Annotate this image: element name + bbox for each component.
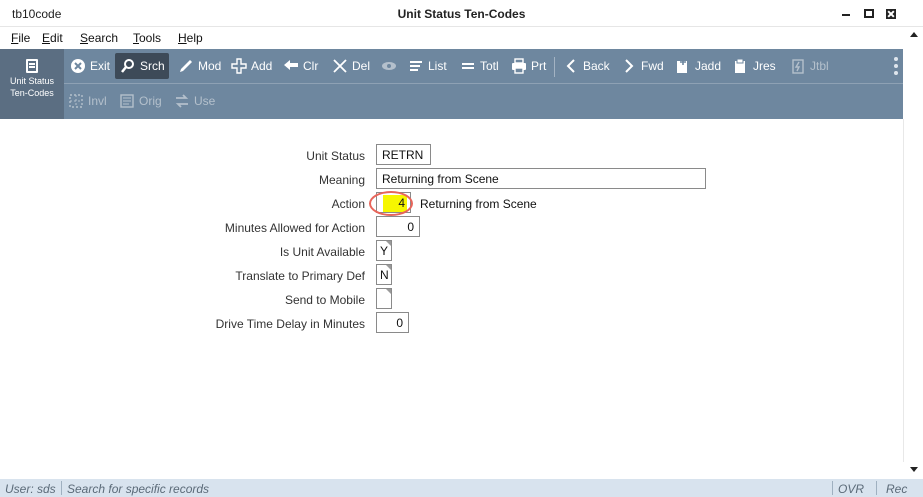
- menu-tools[interactable]: Tools: [133, 31, 161, 45]
- view-button[interactable]: [381, 53, 401, 79]
- modify-button[interactable]: Mod: [178, 53, 221, 79]
- unit-status-field[interactable]: RETRN: [376, 144, 431, 165]
- menu-bar: File Edit Search Tools Help: [0, 27, 905, 49]
- doc-icon: [733, 58, 749, 74]
- eye-icon: [381, 58, 397, 74]
- dotted-box-icon: [68, 93, 84, 109]
- more-options-icon[interactable]: [894, 57, 898, 75]
- form-icon: [26, 59, 38, 73]
- minimize-icon[interactable]: [841, 8, 852, 19]
- doc-lines-icon: [119, 93, 135, 109]
- doc-plus-icon: [675, 58, 691, 74]
- meaning-label: Meaning: [318, 173, 365, 187]
- back-button[interactable]: Back: [563, 53, 610, 79]
- jres-button[interactable]: Jres: [733, 53, 776, 79]
- scrollbar-track[interactable]: [903, 119, 904, 462]
- scroll-down-arrow-icon[interactable]: [905, 462, 923, 478]
- mode-panel: Unit Status Ten-Codes: [0, 49, 64, 119]
- jadd-button[interactable]: Jadd: [675, 53, 721, 79]
- x-icon: [332, 58, 348, 74]
- doc-lightning-icon: [790, 58, 806, 74]
- menu-edit[interactable]: Edit: [42, 31, 63, 45]
- mode-label-line2: Ten-Codes: [10, 88, 54, 98]
- action-label: Action: [331, 197, 365, 211]
- use-button[interactable]: Use: [174, 88, 215, 114]
- chevron-left-icon: [563, 58, 579, 74]
- close-circle-icon: [70, 58, 86, 74]
- status-bar: User: sds Search for specific records OV…: [0, 479, 923, 497]
- minutes-allowed-label: Minutes Allowed for Action: [224, 221, 365, 235]
- status-message: Search for specific records: [67, 482, 210, 496]
- menu-help[interactable]: Help: [178, 31, 203, 45]
- invl-button[interactable]: Invl: [68, 88, 107, 114]
- pencil-icon: [178, 58, 194, 74]
- undo-icon: [283, 58, 299, 74]
- search-icon: [120, 58, 136, 74]
- app-name: tb10code: [12, 7, 62, 21]
- maximize-icon[interactable]: [864, 9, 874, 18]
- printer-icon: [511, 58, 527, 74]
- is-unit-available-field[interactable]: Y: [376, 240, 392, 261]
- unit-status-label: Unit Status: [306, 149, 365, 163]
- equals-icon: [460, 58, 476, 74]
- status-user: User: sds: [5, 482, 56, 496]
- jtbl-button[interactable]: Jtbl: [790, 53, 829, 79]
- toolbar-divider: [64, 83, 903, 84]
- add-button[interactable]: Add: [231, 53, 272, 79]
- send-to-mobile-label: Send to Mobile: [284, 293, 365, 307]
- drive-time-delay-field[interactable]: 0: [376, 312, 409, 333]
- clear-button[interactable]: Clr: [283, 53, 318, 79]
- status-rec: Rec: [886, 482, 908, 496]
- mode-label-line1: Unit Status: [9, 76, 55, 86]
- plus-icon: [231, 58, 247, 74]
- list-button[interactable]: List: [408, 53, 447, 79]
- toolbar-separator: [554, 57, 555, 77]
- scroll-up-arrow-icon[interactable]: [905, 27, 923, 43]
- status-overwrite-mode: OVR: [838, 482, 865, 496]
- translate-primary-field[interactable]: N: [376, 264, 392, 285]
- action-description: Returning from Scene: [420, 197, 537, 211]
- meaning-field[interactable]: Returning from Scene: [376, 168, 706, 189]
- total-button[interactable]: Totl: [460, 53, 499, 79]
- translate-primary-label: Translate to Primary Def: [235, 269, 365, 283]
- exit-button[interactable]: Exit: [70, 53, 110, 79]
- list-icon: [408, 58, 424, 74]
- is-unit-available-label: Is Unit Available: [279, 245, 365, 259]
- search-button[interactable]: Srch: [115, 53, 169, 79]
- annotation-circle: [369, 191, 413, 216]
- minutes-allowed-field[interactable]: 0: [376, 216, 420, 237]
- forward-button[interactable]: Fwd: [621, 53, 664, 79]
- title-bar: tb10code Unit Status Ten-Codes: [0, 0, 923, 27]
- orig-button[interactable]: Orig: [119, 88, 162, 114]
- menu-file[interactable]: File: [11, 31, 30, 45]
- window-title: Unit Status Ten-Codes: [397, 7, 526, 21]
- menu-search[interactable]: Search: [80, 31, 118, 45]
- close-window-icon[interactable]: [886, 9, 896, 19]
- send-to-mobile-field[interactable]: [376, 288, 392, 309]
- print-button[interactable]: Prt: [511, 53, 546, 79]
- arrows-icon: [174, 93, 190, 109]
- chevron-right-icon: [621, 58, 637, 74]
- delete-button[interactable]: Del: [332, 53, 370, 79]
- drive-time-delay-label: Drive Time Delay in Minutes: [215, 317, 365, 331]
